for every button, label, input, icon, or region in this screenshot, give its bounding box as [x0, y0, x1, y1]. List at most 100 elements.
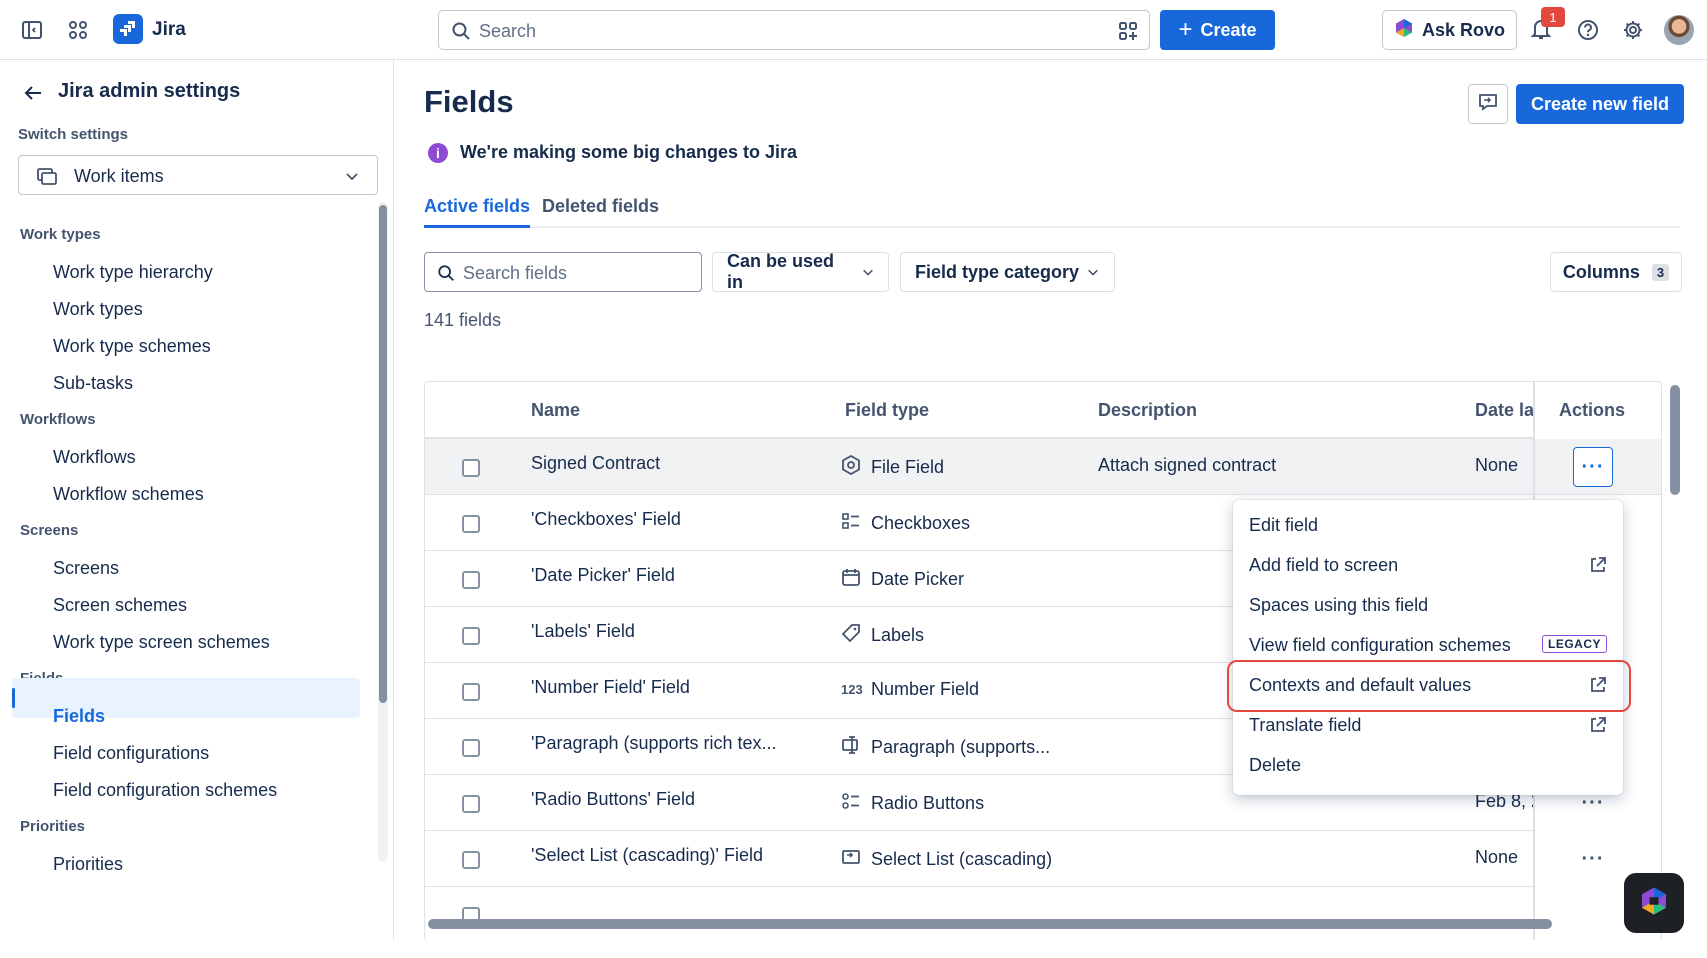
- row-checkbox[interactable]: [462, 459, 480, 477]
- menu-item-edit-field[interactable]: Edit field: [1233, 506, 1623, 544]
- menu-item-view-field-configuration-schemes[interactable]: View field configuration schemes LEGACY: [1233, 626, 1623, 664]
- top-navigation-bar: Jira Search + Create Ask Rovo 1: [0, 0, 1707, 60]
- back-arrow-icon[interactable]: [22, 82, 44, 109]
- row-checkbox[interactable]: [462, 795, 480, 813]
- page-title: Fields: [424, 84, 514, 119]
- tab-active-fields[interactable]: Active fields: [424, 196, 531, 228]
- rovo-chat-button[interactable]: [1624, 873, 1684, 933]
- sidebar-item-screens[interactable]: Screens: [53, 558, 119, 579]
- field-type-label: File Field: [871, 457, 945, 477]
- field-type-cell: File Field: [841, 454, 945, 480]
- paragraph-icon: [841, 735, 861, 760]
- chevron-down-icon: [1087, 262, 1099, 283]
- switch-settings-select[interactable]: Work items: [18, 155, 378, 195]
- more-actions-button[interactable]: ···: [1573, 839, 1613, 879]
- field-type-cell: Select List (cascading): [841, 847, 1052, 872]
- column-header-name[interactable]: Name: [531, 400, 580, 421]
- row-checkbox[interactable]: [462, 683, 480, 701]
- field-type-cell: Date Picker: [841, 567, 964, 592]
- field-name[interactable]: 'Date Picker' Field: [531, 565, 675, 586]
- column-header-field-type[interactable]: Field type: [845, 400, 929, 421]
- row-checkbox[interactable]: [462, 627, 480, 645]
- sidebar-item-priorities[interactable]: Priorities: [53, 854, 123, 875]
- feedback-icon: [1478, 92, 1498, 117]
- table-vertical-scrollbar[interactable]: [1670, 385, 1680, 495]
- sidebar-item-screen-schemes[interactable]: Screen schemes: [53, 595, 187, 616]
- row-checkbox[interactable]: [462, 739, 480, 757]
- field-type-label: Select List (cascading): [871, 849, 1053, 869]
- field-count: 141 fields: [424, 310, 502, 330]
- table-horizontal-scrollbar[interactable]: [428, 919, 1552, 929]
- sidebar-item-work-type-hierarchy[interactable]: Work type hierarchy: [53, 262, 213, 283]
- user-avatar[interactable]: [1664, 15, 1694, 45]
- chevron-down-icon: [345, 169, 359, 188]
- tag-icon: [841, 623, 861, 648]
- global-search-input[interactable]: Search: [438, 10, 1150, 50]
- field-name[interactable]: 'Radio Buttons' Field: [531, 789, 695, 810]
- sidebar-item-field-configurations[interactable]: Field configurations: [53, 743, 209, 764]
- highlight-outline: [1227, 660, 1631, 712]
- settings-gear-icon[interactable]: [1620, 17, 1646, 43]
- filter-label: Can be used in: [727, 251, 835, 292]
- help-icon[interactable]: [1575, 17, 1601, 43]
- create-new-field-button[interactable]: Create new field: [1516, 84, 1684, 124]
- menu-item-delete[interactable]: Delete: [1233, 746, 1623, 784]
- ask-rovo-button[interactable]: Ask Rovo: [1382, 10, 1517, 50]
- more-actions-button[interactable]: ···: [1573, 447, 1613, 487]
- create-button[interactable]: + Create: [1160, 10, 1275, 50]
- field-name[interactable]: 'Checkboxes' Field: [531, 509, 681, 530]
- search-fields-placeholder: Search fields: [463, 263, 568, 283]
- can-be-used-in-filter[interactable]: Can be used in: [712, 251, 889, 292]
- sidebar-item-work-type-schemes[interactable]: Work type schemes: [53, 336, 211, 357]
- row-checkbox[interactable]: [462, 571, 480, 589]
- chevron-down-icon: [862, 262, 874, 283]
- field-name[interactable]: 'Number Field' Field: [531, 677, 690, 698]
- sidebar-item-fields[interactable]: Fields: [53, 706, 105, 727]
- sidebar-title: Jira admin settings: [58, 80, 241, 102]
- table-row[interactable]: 'Select List (cascading)' Field Select L…: [425, 831, 1661, 887]
- table-row[interactable]: Signed Contract File Field Attach signed…: [425, 439, 1661, 495]
- menu-item-spaces-using-field[interactable]: Spaces using this field: [1233, 586, 1623, 624]
- field-name[interactable]: Signed Contract: [531, 453, 660, 474]
- column-header-description[interactable]: Description: [1098, 400, 1197, 421]
- field-date-last-used: None: [1475, 847, 1519, 867]
- field-type-category-filter[interactable]: Field type category: [900, 252, 1115, 292]
- legacy-badge: LEGACY: [1541, 635, 1607, 653]
- app-switcher-icon[interactable]: [65, 17, 91, 43]
- sidebar-item-workflows[interactable]: Workflows: [53, 447, 136, 468]
- sidebar-toggle-icon[interactable]: [19, 17, 45, 43]
- row-checkbox[interactable]: [462, 851, 480, 869]
- sidebar-item-field-configuration-schemes[interactable]: Field configuration schemes: [53, 780, 277, 801]
- field-type-label: Labels: [871, 625, 925, 645]
- field-type-cell: Labels: [841, 623, 924, 648]
- sidebar-item-work-type-screen-schemes[interactable]: Work type screen schemes: [53, 632, 270, 653]
- menu-item-label: Edit field: [1249, 514, 1319, 535]
- field-name[interactable]: 'Labels' Field: [531, 621, 635, 642]
- search-fields-input[interactable]: Search fields: [424, 252, 702, 292]
- select-cascade-icon: [841, 847, 861, 872]
- sidebar-section-work-types: Work types: [20, 226, 101, 243]
- menu-item-add-field-to-screen[interactable]: Add field to screen: [1233, 546, 1623, 584]
- app-name[interactable]: Jira: [152, 19, 186, 41]
- field-name[interactable]: 'Paragraph (supports rich tex...: [531, 733, 777, 754]
- tab-deleted-fields[interactable]: Deleted fields: [542, 196, 659, 217]
- info-message[interactable]: We're making some big changes to Jira: [460, 142, 797, 163]
- menu-item-label: View field configuration schemes: [1249, 634, 1511, 655]
- switch-settings-value: Work items: [74, 166, 164, 186]
- sidebar-item-sub-tasks[interactable]: Sub-tasks: [53, 373, 133, 394]
- columns-button[interactable]: Columns 3: [1550, 252, 1682, 292]
- sidebar-item-workflow-schemes[interactable]: Workflow schemes: [53, 484, 204, 505]
- jira-logo-icon[interactable]: [113, 14, 143, 44]
- sidebar-item-work-types[interactable]: Work types: [53, 299, 143, 320]
- sidebar-scrollbar[interactable]: [379, 205, 387, 703]
- search-placeholder: Search: [479, 21, 537, 41]
- fields-tabs: Active fields Deleted fields: [424, 196, 1680, 228]
- row-checkbox[interactable]: [462, 515, 480, 533]
- table-row[interactable]: [425, 887, 1661, 940]
- field-type-label: Radio Buttons: [871, 793, 985, 813]
- search-filters-icon[interactable]: [1117, 20, 1139, 47]
- field-name[interactable]: 'Select List (cascading)' Field: [531, 845, 763, 866]
- feedback-button[interactable]: [1468, 84, 1508, 124]
- sidebar-section-screens: Screens: [20, 522, 79, 539]
- number-icon: 123: [841, 682, 863, 697]
